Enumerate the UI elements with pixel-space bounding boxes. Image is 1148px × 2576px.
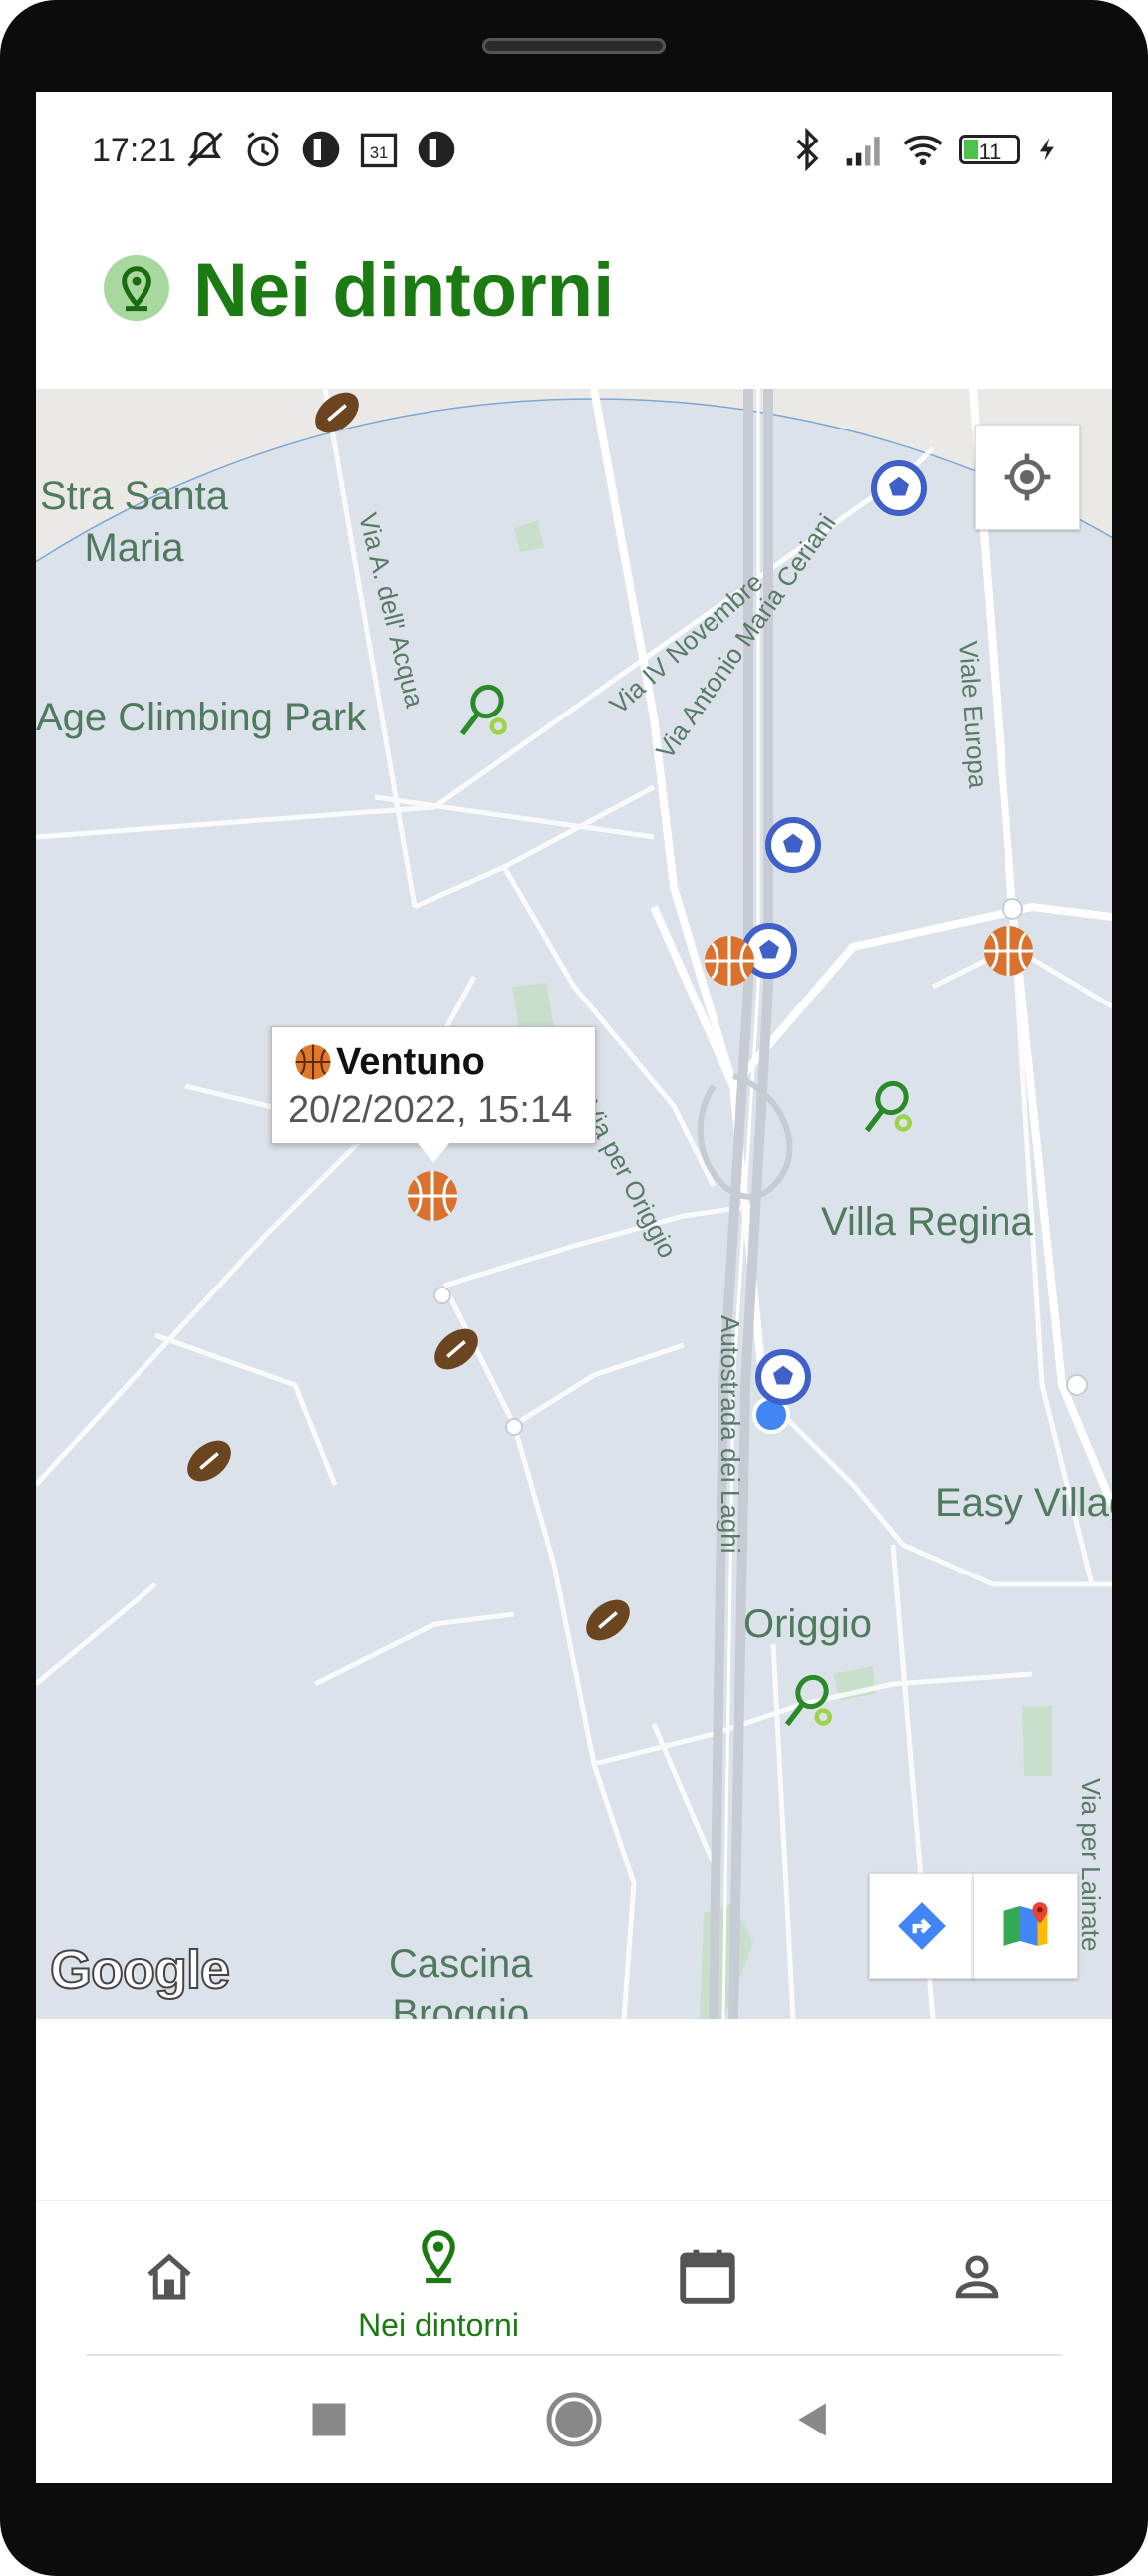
person-icon xyxy=(955,2255,999,2299)
place-label-cascina-broggio: Cascina Broggio xyxy=(389,1942,533,2019)
wifi-icon xyxy=(903,135,943,166)
calendar-icon xyxy=(680,2249,735,2304)
soccer-marker[interactable] xyxy=(763,815,823,875)
football-marker[interactable] xyxy=(427,1319,486,1379)
speaker-grille xyxy=(482,38,666,54)
crosshair-icon xyxy=(1004,453,1051,501)
directions-button[interactable] xyxy=(869,1873,975,1979)
status-bar: 17:21 31 11 xyxy=(36,92,1112,211)
status-icons-right: 11 xyxy=(785,128,1062,171)
tennis-marker[interactable] xyxy=(857,1078,917,1138)
charging-icon xyxy=(1039,138,1054,161)
soccer-marker[interactable] xyxy=(869,458,929,518)
directions-icon xyxy=(898,1902,946,1950)
football-marker[interactable] xyxy=(179,1431,239,1491)
map-view[interactable]: Stra Santa Maria Age Climbing Park Villa… xyxy=(36,389,1112,2019)
bottom-navigation: Nei dintorni xyxy=(36,2200,1112,2355)
nav-calendar[interactable] xyxy=(608,2201,807,2351)
phone-frame: 17:21 31 11 Nei dintorni Stra Santa Mari… xyxy=(0,0,1148,2576)
location-pin-icon xyxy=(104,255,169,321)
marker-info-window[interactable]: Ventuno 20/2/2022, 15:14 xyxy=(271,1026,596,1163)
info-window-subtitle: 20/2/2022, 15:14 xyxy=(288,1089,573,1131)
nav-nearby-label: Nei dintorni xyxy=(358,2307,519,2343)
soccer-marker[interactable] xyxy=(753,1347,813,1407)
nav-profile[interactable] xyxy=(877,2201,1076,2351)
home-button[interactable] xyxy=(544,2390,604,2449)
open-google-maps-button[interactable] xyxy=(973,1873,1078,1979)
place-label-villa-regina: Villa Regina xyxy=(821,1200,1033,1244)
basketball-marker[interactable] xyxy=(403,1166,462,1226)
football-marker[interactable] xyxy=(307,389,367,442)
svg-text:31: 31 xyxy=(370,144,388,162)
screen: 17:21 31 11 Nei dintorni Stra Santa Mari… xyxy=(36,92,1112,2483)
battery-icon: 11 xyxy=(959,135,1020,164)
app-icon xyxy=(302,131,340,168)
nav-nearby[interactable]: Nei dintorni xyxy=(339,2201,538,2351)
info-window-title: Ventuno xyxy=(336,1041,485,1083)
signal-icon xyxy=(846,137,880,166)
app-icon xyxy=(418,131,455,168)
bluetooth-icon xyxy=(796,128,819,171)
status-icons-left: 31 xyxy=(183,128,458,171)
calendar-icon: 31 xyxy=(360,133,398,168)
status-time: 17:21 xyxy=(92,132,177,169)
basketball-icon xyxy=(295,1044,331,1080)
location-pin-icon xyxy=(422,2230,455,2284)
alarm-icon xyxy=(247,132,279,167)
place-label-easy-village: Easy Villag xyxy=(935,1481,1112,1525)
place-label-stra-santa-maria: Stra Santa Maria xyxy=(40,474,229,570)
system-navigation-bar xyxy=(36,2356,1112,2483)
basketball-marker[interactable] xyxy=(700,931,759,991)
football-marker[interactable] xyxy=(578,1590,638,1650)
app-header: Nei dintorni xyxy=(36,211,1112,389)
basketball-marker[interactable] xyxy=(979,921,1038,981)
back-button[interactable] xyxy=(791,2398,835,2441)
road-label-via-per-lainate: Via per Lainate xyxy=(1076,1778,1106,1952)
tennis-marker[interactable] xyxy=(452,682,512,741)
tennis-marker[interactable] xyxy=(777,1672,837,1732)
home-icon xyxy=(147,2253,191,2300)
place-label-origgio: Origgio xyxy=(743,1602,872,1646)
google-maps-icon xyxy=(1003,1902,1048,1946)
mute-icon xyxy=(187,131,223,167)
recents-button[interactable] xyxy=(307,2398,351,2441)
google-attribution: Google xyxy=(49,1939,231,2001)
place-label-climbing-park: Age Climbing Park xyxy=(36,696,367,739)
my-location-button[interactable] xyxy=(975,425,1080,530)
nav-home[interactable] xyxy=(70,2201,269,2351)
page-title: Nei dintorni xyxy=(193,248,615,333)
road-label-autostrada: Autostrada dei Laghi xyxy=(716,1315,745,1554)
